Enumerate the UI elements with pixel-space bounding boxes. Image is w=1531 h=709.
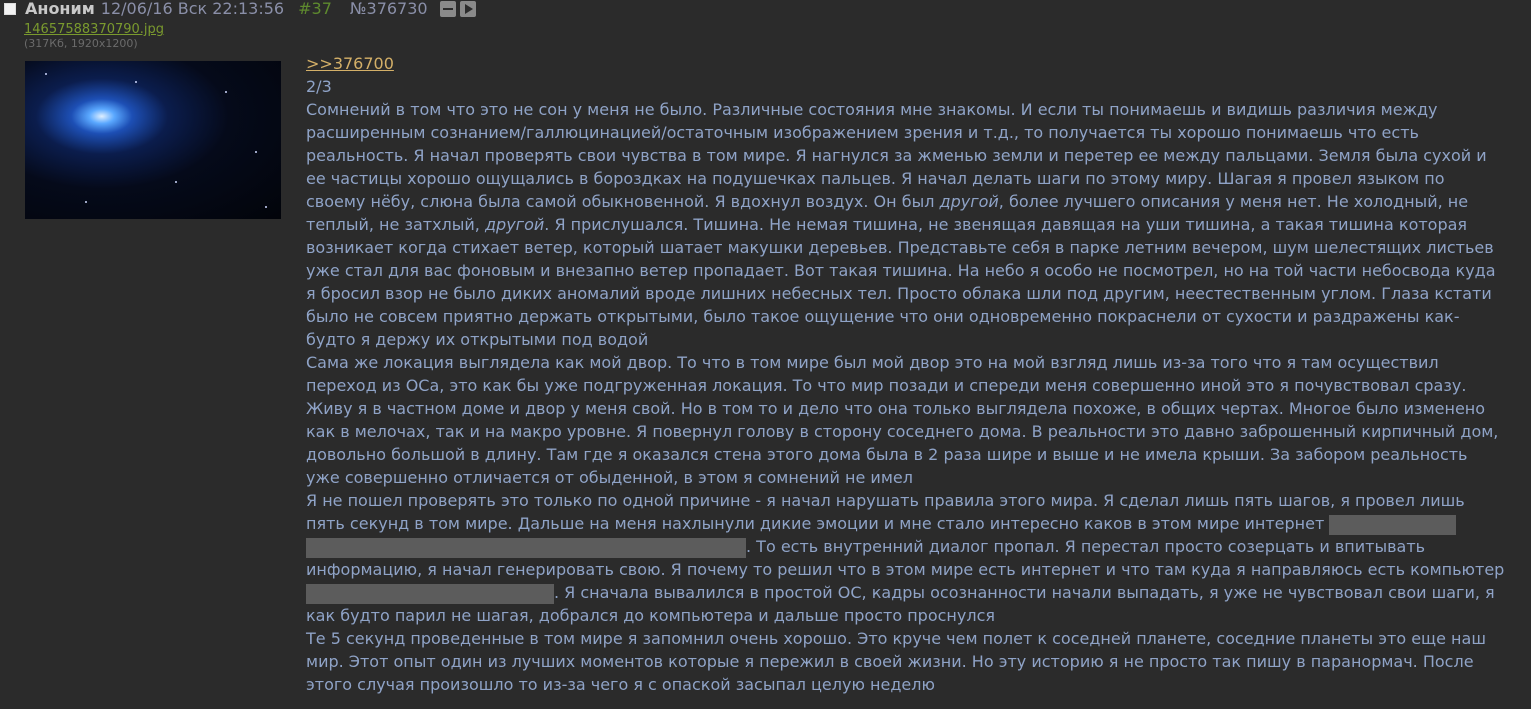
thumbnail-image[interactable] xyxy=(25,61,281,219)
star xyxy=(265,206,267,208)
paragraph-2: Сама же локация выглядела как мой двор. … xyxy=(306,353,1499,487)
hide-icon[interactable] xyxy=(439,1,456,17)
play-icon[interactable] xyxy=(459,1,476,17)
paragraph-1: Сомнений в том что это не сон у меня не … xyxy=(306,98,1506,351)
star xyxy=(175,181,177,183)
spoiler[interactable] xyxy=(306,537,746,558)
file-link[interactable]: 14657588370790.jpg xyxy=(24,22,164,38)
star xyxy=(225,91,227,93)
select-checkbox[interactable] xyxy=(4,3,16,15)
post-id-link[interactable]: №376730 xyxy=(350,0,428,18)
text: Я не пошел проверять это только по одной… xyxy=(306,491,1465,533)
emphasis: другой xyxy=(484,215,545,234)
star xyxy=(135,81,137,83)
part-counter: 2/3 xyxy=(306,77,332,96)
paragraph-3: Я не пошел проверять это только по одной… xyxy=(306,489,1506,627)
post-date: 12/06/16 Вск 22:13:56 xyxy=(100,0,285,18)
post-header: Аноним 12/06/16 Вск 22:13:56 #37 №376730 xyxy=(0,0,1531,18)
spoiler[interactable] xyxy=(1329,514,1457,535)
file-meta: (317Кб, 1920x1200) xyxy=(24,37,138,50)
text: . Я прислушался. Тишина. Не немая тишина… xyxy=(306,215,1496,349)
reply-link[interactable]: >>376700 xyxy=(306,54,394,73)
paragraph-4: Те 5 секунд проведенные в том мире я зап… xyxy=(306,629,1486,694)
post-body: >>376700 2/3 Сомнений в том что это не с… xyxy=(306,52,1506,696)
star xyxy=(255,151,257,153)
spoiler[interactable] xyxy=(306,583,554,604)
file-info: 14657588370790.jpg (317Кб, 1920x1200) xyxy=(24,22,164,50)
star xyxy=(45,73,47,75)
author-name: Аноним xyxy=(25,0,95,18)
post-index[interactable]: #37 xyxy=(298,0,332,18)
star xyxy=(85,201,87,203)
emphasis: другой xyxy=(939,192,999,211)
